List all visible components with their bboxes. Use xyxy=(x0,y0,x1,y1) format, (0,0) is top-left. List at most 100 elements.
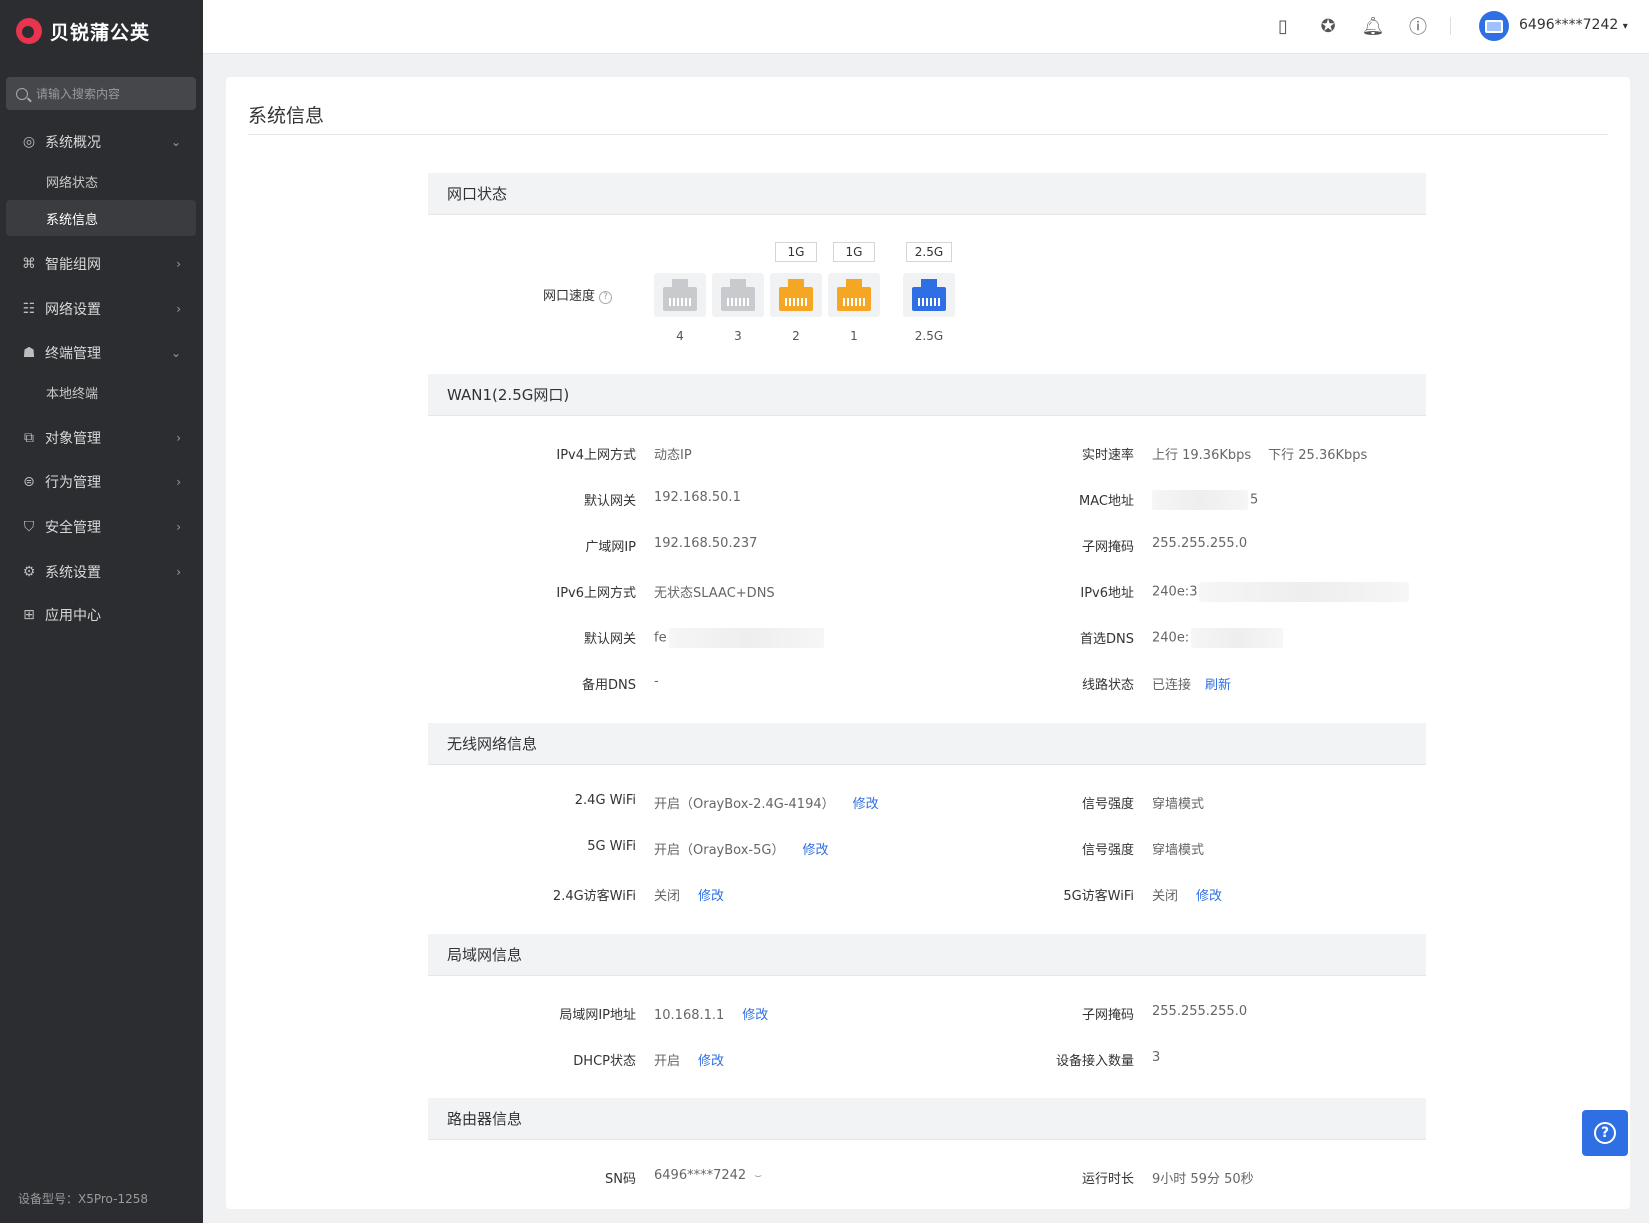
wan-ip-label: 广域网IP xyxy=(585,540,636,555)
help-icon[interactable]: ? xyxy=(599,291,613,304)
lan-ip-value: 10.168.1.1 修改 xyxy=(654,1008,769,1023)
sidebar-item-object-mgmt[interactable]: ⧉ 对象管理 › xyxy=(0,418,203,458)
wan-subnet-label: 子网掩码 xyxy=(1081,540,1134,555)
gear-icon: ⚙ xyxy=(22,564,36,580)
signal-strength-5g-value: 穿墙模式 xyxy=(1152,843,1205,858)
edit-guest-wifi-5g-link[interactable]: 修改 xyxy=(1196,889,1222,904)
edit-dhcp-link[interactable]: 修改 xyxy=(698,1054,724,1069)
network-icon: ⌘ xyxy=(22,256,36,272)
wan-ip-value: 192.168.50.237 xyxy=(654,536,758,551)
shield-icon: ⛉ xyxy=(23,519,35,535)
chevron-right-icon: › xyxy=(176,475,181,489)
redacted-block xyxy=(1199,582,1410,602)
sidebar-item-system-settings[interactable]: ⚙ 系统设置 › xyxy=(0,552,203,592)
signal-strength-5g-label: 信号强度 xyxy=(1081,843,1134,858)
section-port-status: 网口状态 xyxy=(428,173,1426,215)
eye-closed-icon[interactable]: ⌣ xyxy=(754,1168,762,1182)
wan-ipv6-mode-value: 无状态SLAAC+DNS xyxy=(654,586,775,601)
floating-help-button[interactable]: ? xyxy=(1582,1110,1628,1156)
wan-gateway-value: 192.168.50.1 xyxy=(654,490,741,505)
search-input[interactable] xyxy=(36,86,186,101)
port-wan-tile[interactable] xyxy=(903,273,955,317)
port-3-tile[interactable] xyxy=(712,273,764,317)
chevron-right-icon: › xyxy=(176,431,181,445)
port-1-number: 1 xyxy=(850,329,858,343)
port-4-tile[interactable] xyxy=(654,273,706,317)
device-model: 设备型号：X5Pro-1258 xyxy=(18,1192,148,1206)
dhcp-status-label: DHCP状态 xyxy=(573,1054,636,1069)
sidebar-item-behavior-mgmt[interactable]: ⊜ 行为管理 › xyxy=(0,462,203,502)
port-speed-label: 网口速度? xyxy=(543,285,613,304)
apps-icon: ⊞ xyxy=(23,607,35,623)
search-box[interactable] xyxy=(6,77,196,110)
chevron-right-icon: › xyxy=(176,302,181,316)
wan-primary-dns-value: 240e: xyxy=(1152,628,1284,648)
sidebar-item-label: 本地终端 xyxy=(46,386,99,402)
guest-wifi-24g-label: 2.4G访客WiFi xyxy=(552,889,636,904)
edit-lan-ip-link[interactable]: 修改 xyxy=(742,1008,768,1023)
redacted-block xyxy=(1191,628,1284,648)
lan-subnet-label: 子网掩码 xyxy=(1081,1008,1134,1023)
wan-ipv6-address-label: IPv6地址 xyxy=(1080,586,1134,601)
wan-backup-dns-value: - xyxy=(654,674,659,689)
port-2-tile[interactable] xyxy=(770,273,822,317)
upload-rate: 上行 19.36Kbps xyxy=(1152,448,1252,463)
connected-devices-value: 3 xyxy=(1152,1050,1161,1065)
brand-name: 贝锐蒲公英 xyxy=(50,21,151,44)
ethernet-port-icon xyxy=(912,279,946,311)
chevron-right-icon: › xyxy=(176,565,181,579)
wan-gateway-label: 默认网关 xyxy=(583,494,636,509)
chevron-right-icon: › xyxy=(176,520,181,534)
wifi-24g-value: 开启（OrayBox-2.4G-4194） 修改 xyxy=(654,797,879,812)
rocket-icon[interactable]: ✪ xyxy=(1316,14,1340,38)
page-title: 系统信息 xyxy=(248,105,325,127)
search-icon xyxy=(16,87,28,100)
mobile-icon[interactable]: ▯ xyxy=(1271,14,1295,38)
wan-ipv4-mode-label: IPv4上网方式 xyxy=(556,448,636,463)
port-1-tile[interactable] xyxy=(828,273,880,317)
uptime-value: 9小时 59分 50秒 xyxy=(1152,1172,1254,1187)
divider xyxy=(1450,17,1451,35)
wan-backup-dns-label: 备用DNS xyxy=(582,678,636,693)
sidebar-item-terminal-mgmt[interactable]: ☗ 终端管理 ⌄ xyxy=(0,333,203,373)
edit-wifi-24g-link[interactable]: 修改 xyxy=(853,797,879,812)
guest-wifi-5g-label: 5G访客WiFi xyxy=(1063,889,1134,904)
avatar[interactable] xyxy=(1479,11,1509,41)
sidebar-item-security-mgmt[interactable]: ⛉ 安全管理 › xyxy=(0,507,203,547)
port-3-number: 3 xyxy=(734,329,742,343)
wan-mac-value: 5 xyxy=(1152,490,1258,510)
edit-guest-wifi-24g-link[interactable]: 修改 xyxy=(698,889,724,904)
sidebar-item-label: 网络状态 xyxy=(46,175,99,191)
sidebar-item-smart-network[interactable]: ⌘ 智能组网 › xyxy=(0,244,203,284)
sidebar-item-network-status[interactable]: 网络状态 xyxy=(6,163,196,199)
brand-logo[interactable]: 贝锐蒲公英 xyxy=(16,16,150,46)
section-wireless: 无线网络信息 xyxy=(428,723,1426,765)
behavior-icon: ⊜ xyxy=(23,474,35,490)
section-router: 路由器信息 xyxy=(428,1098,1426,1140)
wan-rate-label: 实时速率 xyxy=(1081,448,1134,463)
account-name: 6496****7242 xyxy=(1519,17,1619,33)
sidebar-item-system-info[interactable]: 系统信息 xyxy=(6,200,196,236)
lan-subnet-value: 255.255.255.0 xyxy=(1152,1004,1248,1019)
main-card: 系统信息 网口状态 网口速度? 4 3 2 1G 1 1G 2.5G 2.5G WAN1(2.… xyxy=(226,77,1630,1209)
divider xyxy=(248,134,1608,135)
refresh-link[interactable]: 刷新 xyxy=(1205,678,1231,693)
help-icon[interactable]: ⓘ xyxy=(1406,14,1430,38)
sidebar-item-local-terminal[interactable]: 本地终端 xyxy=(6,374,196,410)
sidebar-item-network-settings[interactable]: ☷ 网络设置 › xyxy=(0,289,203,329)
logo-icon xyxy=(16,18,42,44)
wan-ipv6-mode-label: IPv6上网方式 xyxy=(556,586,636,601)
lan-ip-label: 局域网IP地址 xyxy=(559,1008,636,1023)
edit-wifi-5g-link[interactable]: 修改 xyxy=(802,843,828,858)
section-lan: 局域网信息 xyxy=(428,934,1426,976)
chevron-right-icon: › xyxy=(176,257,181,271)
dhcp-status-value: 开启 修改 xyxy=(654,1054,725,1069)
port-wan-number: 2.5G xyxy=(914,329,944,343)
sidebar-item-app-center[interactable]: ⊞ 应用中心 xyxy=(0,595,203,635)
sidebar: 贝锐蒲公英 ◎ 系统概况 ⌄ 网络状态 系统信息 ⌘ 智能组网 › ☷ 网络设置… xyxy=(0,0,203,1223)
account-menu[interactable]: 6496****7242 ▾ xyxy=(1519,17,1628,33)
signal-strength-24g-label: 信号强度 xyxy=(1081,797,1134,812)
bell-icon[interactable]: 🔔︎ xyxy=(1361,14,1385,38)
connected-devices-label: 设备接入数量 xyxy=(1055,1054,1134,1069)
sidebar-item-overview[interactable]: ◎ 系统概况 ⌄ xyxy=(0,122,203,162)
